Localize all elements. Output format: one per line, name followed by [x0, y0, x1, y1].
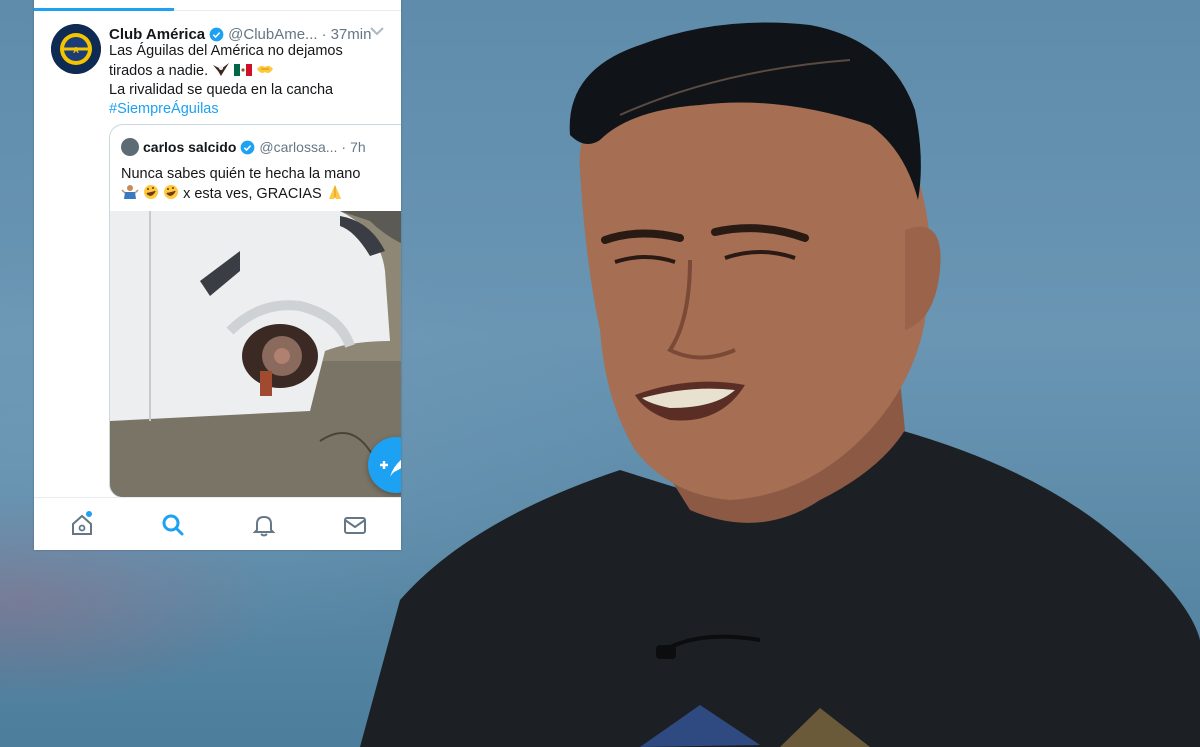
home-notification-dot: [86, 511, 92, 517]
quoted-line-1: Nunca sabes quién te hecha la mano: [121, 166, 361, 182]
eagle-emoji-icon: [213, 63, 230, 76]
tweet-time[interactable]: 37min: [331, 26, 372, 43]
quoted-author-handle[interactable]: @carlossa...: [259, 139, 337, 155]
separator-dot: ·: [321, 25, 327, 43]
top-tab-bar: [34, 0, 401, 11]
rofl-emoji-icon: [164, 185, 179, 199]
rofl-emoji-icon: [144, 185, 159, 199]
tweet-header: Club América @ClubAme... · 37min: [109, 24, 394, 44]
quoted-line-2-wrap: x esta ves, GRACIAS: [121, 184, 401, 204]
quoted-author-avatar[interactable]: [121, 138, 139, 156]
chevron-down-icon[interactable]: [367, 24, 387, 40]
notifications-bell-icon[interactable]: [251, 512, 277, 538]
bottom-navigation-bar: [34, 497, 401, 550]
verified-badge-icon: [209, 27, 224, 41]
tweet-line-3: La rivalidad se queda en la cancha: [109, 82, 334, 98]
active-tab-indicator: [34, 8, 174, 11]
author-handle[interactable]: @ClubAme...: [228, 26, 317, 43]
tweet-line-1: Las Águilas del América no dejamos: [109, 43, 343, 59]
compose-tweet-button[interactable]: [368, 437, 401, 493]
handshake-emoji-icon: [257, 65, 274, 73]
twitter-screenshot-panel: A Club América @ClubAme... · 37min Las Á…: [34, 0, 401, 550]
mexico-flag-emoji-icon: [234, 64, 253, 76]
car-wheel-photo[interactable]: [110, 211, 401, 497]
compose-feather-icon: [380, 459, 401, 477]
quoted-tweet-time[interactable]: 7h: [350, 139, 366, 155]
person-shrugging-emoji-icon: [121, 185, 139, 199]
separator-dot: ·: [341, 139, 347, 155]
tweet-body: Las Águilas del América no dejamos tirad…: [109, 42, 394, 119]
quoted-line-2: x esta ves, GRACIAS: [183, 186, 322, 202]
quoted-tweet-body: Nunca sabes quién te hecha la mano x est…: [121, 165, 401, 204]
verified-badge-icon: [241, 140, 255, 154]
tweet-line-2-wrap: tirados a nadie.: [109, 61, 394, 81]
hashtag-link[interactable]: #SiempreÁguilas: [109, 100, 394, 119]
club-america-avatar[interactable]: A: [51, 24, 101, 74]
messages-envelope-icon[interactable]: [342, 512, 368, 538]
quoted-tweet-card[interactable]: carlos salcido @carlossa... · 7h Nunca s…: [109, 124, 401, 498]
svg-text:A: A: [73, 46, 79, 55]
quoted-tweet-header: carlos salcido @carlossa... · 7h: [121, 137, 366, 157]
author-name[interactable]: Club América: [109, 26, 205, 43]
quoted-author-name[interactable]: carlos salcido: [143, 139, 236, 155]
tweet-line-2: tirados a nadie.: [109, 63, 209, 79]
search-icon[interactable]: [160, 512, 186, 538]
folded-hands-emoji-icon: [328, 185, 341, 199]
